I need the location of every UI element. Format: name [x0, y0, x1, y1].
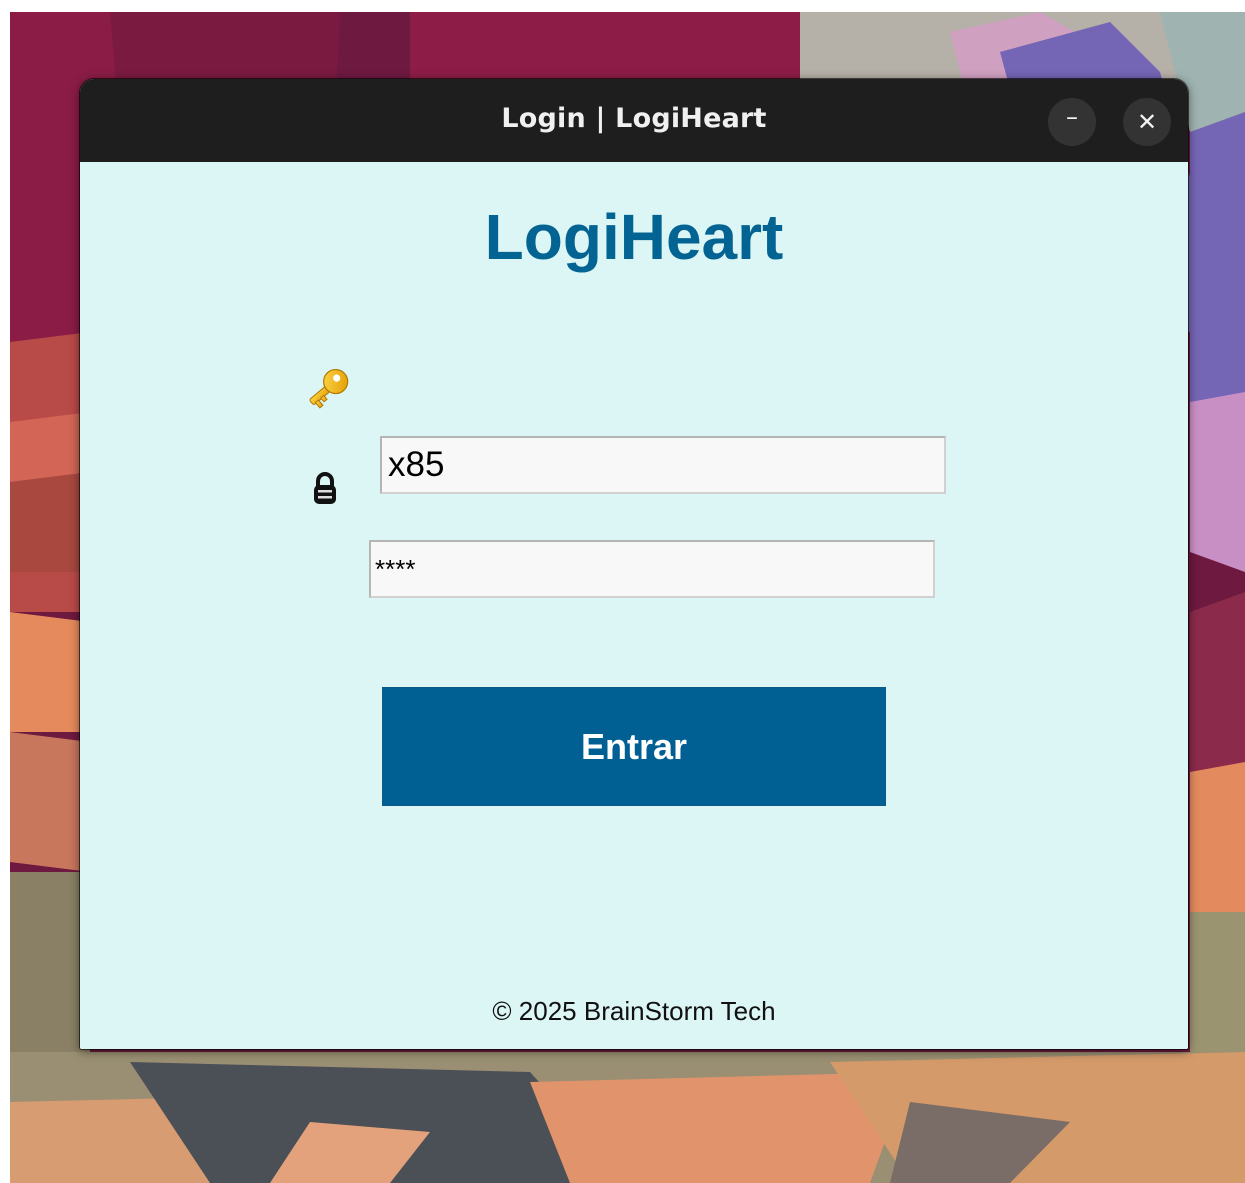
login-button[interactable]: Entrar — [383, 688, 885, 805]
login-window: Login | LogiHeart – ✕ LogiHeart x85 ****… — [80, 79, 1188, 1049]
footer-copyright: © 2025 BrainStorm Tech — [492, 996, 776, 1026]
close-button[interactable]: ✕ — [1123, 98, 1171, 146]
username-field[interactable] — [380, 436, 946, 494]
app-title: LogiHeart — [484, 201, 784, 273]
minimize-icon: – — [1066, 103, 1078, 131]
minimize-button[interactable]: – — [1048, 98, 1096, 146]
window-title: Login | LogiHeart — [501, 103, 767, 134]
password-field[interactable] — [369, 540, 935, 598]
lock-icon — [314, 472, 336, 504]
window-titlebar[interactable]: Login | LogiHeart – ✕ — [80, 79, 1188, 162]
login-form: LogiHeart Entrar — [80, 162, 1188, 1049]
close-icon: ✕ — [1136, 108, 1158, 136]
key-icon — [309, 368, 349, 409]
